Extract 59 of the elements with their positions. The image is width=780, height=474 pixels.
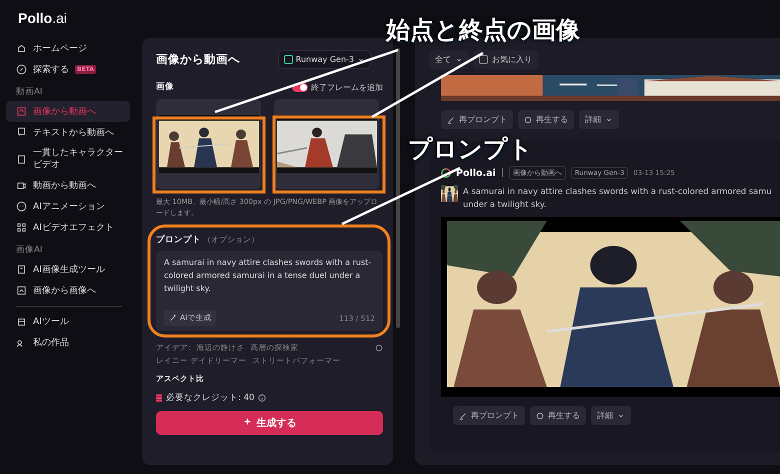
action-button[interactable]: 再プロンプト [453, 406, 525, 425]
action-button[interactable]: 再生する [530, 406, 586, 425]
sidebar-item[interactable]: AIビデオエフェクト [6, 217, 130, 238]
section-label: 画像 [156, 81, 174, 93]
menu-item-icon [16, 43, 27, 54]
annotation-text: プロンプト [408, 134, 533, 165]
menu-item-icon [16, 127, 27, 138]
section-heading: 動画AI [16, 86, 44, 98]
favorite-checkbox[interactable]: お気に入り [473, 50, 538, 69]
sidebar-item[interactable]: AI画像生成ツール [6, 259, 130, 280]
refresh-icon[interactable] [375, 344, 383, 352]
menu-item-icon [16, 316, 27, 327]
optional-label: （オプション） [203, 234, 259, 245]
section-label: プロンプト [156, 234, 201, 246]
sidebar-item[interactable]: 一貫したキャラクタービデオ [6, 143, 130, 175]
sidebar-item[interactable]: 画像から動画へ [6, 101, 130, 122]
menu-item-icon [16, 264, 27, 275]
coins-icon [156, 394, 162, 402]
sidebar-item[interactable]: 動画から動画へ [6, 175, 130, 196]
menu-item-icon [16, 106, 27, 117]
info-icon [258, 394, 266, 402]
details-dropdown[interactable]: 詳細 [591, 406, 631, 425]
sidebar-item[interactable]: 画像から画像へ [6, 280, 130, 301]
sidebar-item[interactable]: AIアニメーション [6, 196, 130, 217]
logo[interactable]: Pollo.ai [18, 10, 68, 26]
refresh-icon [524, 116, 532, 124]
sidebar-item[interactable]: AIツール [6, 311, 130, 332]
menu-item-icon [16, 222, 27, 233]
menu-item-icon [16, 154, 27, 164]
brand-name: Pollo.ai [456, 168, 496, 178]
pencil-icon [447, 116, 455, 124]
sidebar-item[interactable]: テキストから動画へ [6, 122, 130, 143]
panel-title: 画像から動画へ [156, 52, 240, 67]
action-button[interactable]: 再生する [518, 110, 574, 129]
logo-icon [441, 168, 451, 178]
filter-dropdown[interactable]: 全て [429, 50, 469, 69]
pencil-icon [459, 412, 467, 420]
separator: | [500, 168, 504, 178]
details-dropdown[interactable]: 詳細 [579, 110, 619, 129]
sparkle-icon [242, 417, 252, 426]
action-button[interactable]: 再プロンプト [441, 110, 513, 129]
menu-item-icon [16, 201, 27, 212]
generate-button[interactable]: 生成する [156, 411, 383, 435]
credits-text: 必要なクレジット: 40 [166, 392, 254, 404]
image-slot[interactable] [156, 99, 261, 189]
toggle-label: 終了フレームを追加 [311, 82, 383, 92]
section-heading: 画像AI [16, 244, 44, 256]
model-dropdown[interactable]: Runway Gen-3 [278, 50, 371, 69]
image-slot[interactable] [274, 99, 379, 189]
sidebar-item[interactable]: 私の作品 [6, 332, 130, 353]
prompt-text: A samurai in navy attire clashes swords with a rust-colored armored samu [463, 185, 772, 198]
magic-wand-icon [169, 314, 177, 322]
menu-item-icon [16, 180, 27, 191]
menu-item-icon [16, 64, 27, 75]
refresh-icon [536, 412, 544, 420]
sidebar-item[interactable]: ホームページ [6, 38, 130, 59]
prompt-text: under a twilight sky. [463, 198, 548, 211]
annotation-text: 始点と終点の画像 [386, 15, 580, 46]
menu-item-icon [16, 285, 27, 296]
